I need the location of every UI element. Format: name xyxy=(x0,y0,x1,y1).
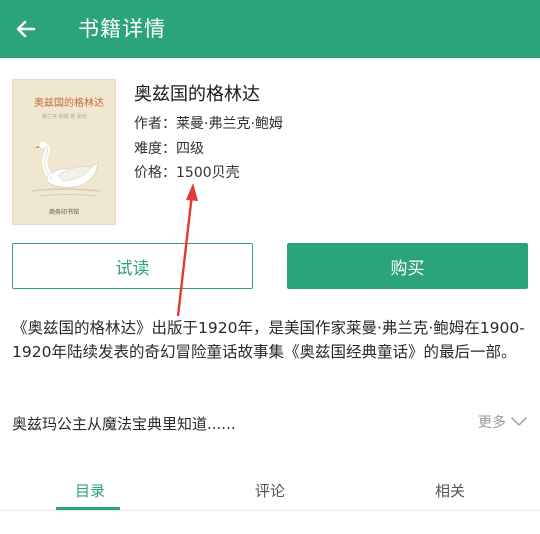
cover-subtitle: 弗兰克·鲍姆 著 夏晓 xyxy=(42,114,87,120)
more-label: 更多 xyxy=(478,415,506,431)
book-price: 价格：1500贝壳 xyxy=(134,165,240,181)
chevron-down-icon xyxy=(511,417,527,426)
book-level: 难度：四级 xyxy=(134,141,204,157)
page-title: 书籍详情 xyxy=(78,17,166,41)
arrow-left-icon xyxy=(16,20,36,38)
more-button[interactable]: 更多 xyxy=(478,412,528,432)
content-teaser: 奥兹玛公主从魔法宝典里知道...... xyxy=(12,415,236,433)
book-title: 奥兹国的格林达 xyxy=(134,84,260,105)
buy-button[interactable]: 购买 xyxy=(287,243,528,289)
back-button[interactable] xyxy=(12,15,40,43)
tab-divider xyxy=(0,510,540,511)
book-cover-image[interactable]: 奥兹国的格林达 弗兰克·鲍姆 著 夏晓 商务印书馆 xyxy=(12,79,116,225)
book-author: 作者：莱曼·弗兰克·鲍姆 xyxy=(134,116,283,132)
tab-bar: 目录 评论 相关 xyxy=(0,468,540,512)
book-description: 《奥兹国的格林达》出版于1920年，是美国作家莱曼·弗兰克·鲍姆在1900-19… xyxy=(12,319,525,361)
tab-contents[interactable]: 目录 xyxy=(0,468,180,512)
cover-publisher: 商务印书馆 xyxy=(48,209,79,216)
tab-comments[interactable]: 评论 xyxy=(180,468,360,512)
tab-related[interactable]: 相关 xyxy=(360,468,540,512)
trial-read-button[interactable]: 试读 xyxy=(12,243,253,289)
cover-title: 奥兹国的格林达 xyxy=(34,98,104,109)
app-bar: 书籍详情 xyxy=(0,0,540,58)
